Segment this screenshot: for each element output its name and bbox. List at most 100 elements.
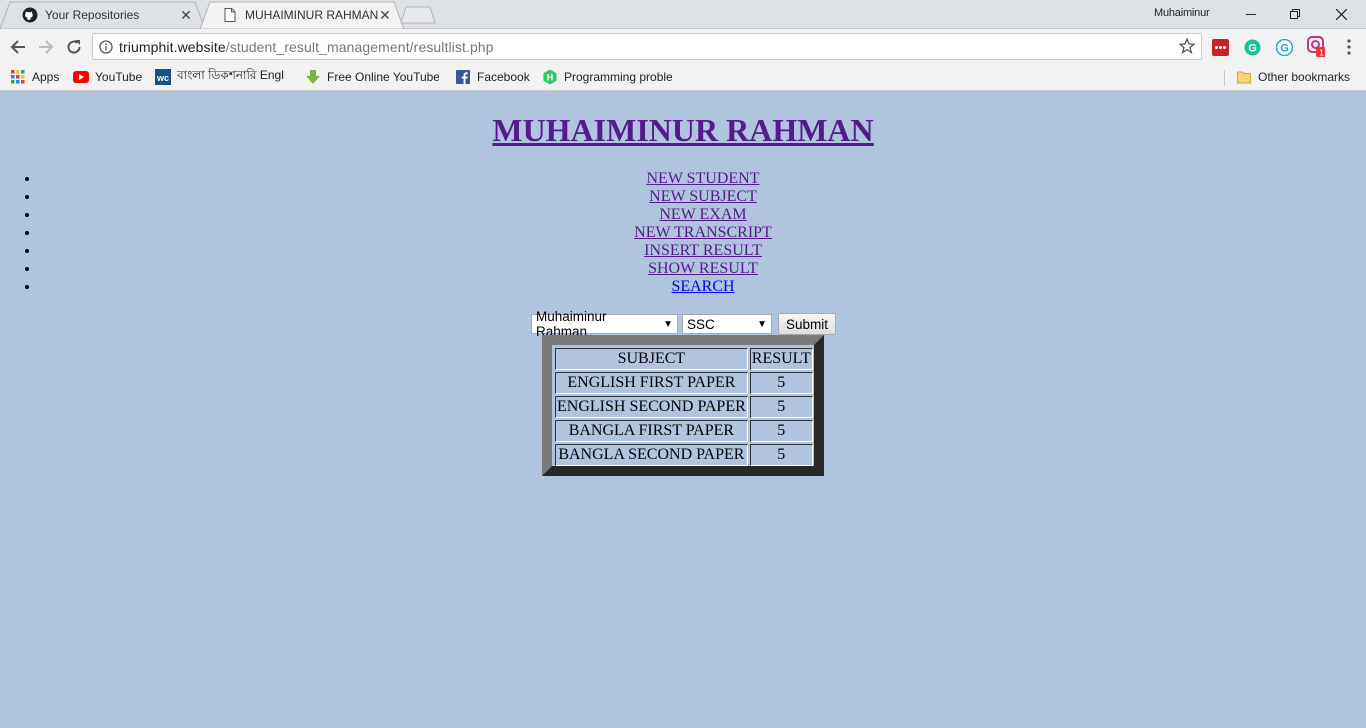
grammarly-extension-icon[interactable]: G <box>1243 38 1261 56</box>
dropdown-arrow-icon: ▼ <box>663 318 673 330</box>
bookmark-label: YouTube <box>95 70 143 84</box>
page-icon <box>222 7 238 23</box>
bookmark-star-icon[interactable] <box>1178 37 1196 59</box>
folder-icon <box>1236 69 1252 85</box>
results-table: SUBJECT RESULT ENGLISH FIRST PAPER 5 ENG… <box>553 346 815 468</box>
info-icon[interactable] <box>93 39 119 54</box>
forward-arrow-icon <box>39 40 54 54</box>
menu-item-new-subject: NEW SUBJECT <box>40 188 1366 206</box>
table-header-row: SUBJECT RESULT <box>555 348 813 370</box>
table-row: BANGLA SECOND PAPER 5 <box>555 444 813 466</box>
tab-title: Your Repositories <box>45 8 140 22</box>
tab-your-repositories[interactable]: Your Repositories ✕ <box>0 1 205 29</box>
svg-text:G: G <box>1248 42 1257 54</box>
bookmark-other-bookmarks[interactable]: Other bookmarks <box>1236 68 1350 86</box>
bookmark-programming-problems[interactable]: H Programming proble <box>542 68 678 86</box>
result-cell: 5 <box>749 372 813 394</box>
hackerrank-icon: H <box>542 69 558 85</box>
dictionary-icon: wc <box>155 69 171 85</box>
url-host: triumphit.website <box>119 38 226 55</box>
submit-button[interactable]: Submit <box>778 313 837 335</box>
result-cell: 5 <box>749 420 813 442</box>
bookmark-separator <box>1224 70 1225 86</box>
exam-select-value: SSC <box>687 316 715 332</box>
close-icon[interactable]: ✕ <box>179 8 193 22</box>
reload-button[interactable] <box>64 37 84 57</box>
insert-result-link[interactable]: INSERT RESULT <box>644 242 762 259</box>
tab-strip: Your Repositories ✕ MUHAIMINUR RAHMAN ✕ … <box>0 0 1366 29</box>
page-title-link[interactable]: MUHAIMINUR RAHMAN <box>492 112 873 148</box>
bookmark-label: বাংলা ডিকশনারি Engl <box>177 68 284 82</box>
address-bar[interactable]: triumphit.website/student_result_managem… <box>92 33 1202 60</box>
tab-muhaiminur-rahman[interactable]: MUHAIMINUR RAHMAN ✕ <box>200 1 404 29</box>
subject-cell: ENGLISH FIRST PAPER <box>555 372 748 394</box>
forward-button[interactable] <box>36 37 56 57</box>
window-close-button[interactable] <box>1318 0 1364 28</box>
close-icon[interactable]: ✕ <box>378 8 392 22</box>
result-column-header: RESULT <box>749 348 813 370</box>
bookmark-facebook[interactable]: Facebook <box>455 68 530 86</box>
new-exam-link[interactable]: NEW EXAM <box>659 206 746 223</box>
new-tab-button[interactable] <box>400 6 436 24</box>
subject-cell: BANGLA SECOND PAPER <box>555 444 748 466</box>
new-transcript-link[interactable]: NEW TRANSCRIPT <box>634 224 772 241</box>
bookmark-label: Free Online YouTube <box>327 70 439 84</box>
restore-icon <box>1290 9 1300 19</box>
bookmark-apps[interactable]: Apps <box>10 68 59 86</box>
menu-item-new-exam: NEW EXAM <box>40 206 1366 224</box>
menu-item-search: SEARCH <box>40 278 1366 296</box>
url-text[interactable]: triumphit.website/student_result_managem… <box>119 39 494 55</box>
bookmark-free-online-youtube[interactable]: Free Online YouTube <box>305 68 439 86</box>
new-subject-link[interactable]: NEW SUBJECT <box>649 188 757 205</box>
minimize-icon <box>1246 14 1256 15</box>
download-arrow-icon <box>305 69 321 85</box>
table-row: ENGLISH FIRST PAPER 5 <box>555 372 813 394</box>
facebook-icon <box>455 69 471 85</box>
student-select[interactable]: Muhaiminur Rahman ▼ <box>531 309 678 339</box>
search-link[interactable]: SEARCH <box>671 278 734 295</box>
extension-badge-count: 1 <box>1319 49 1324 58</box>
apps-grid-icon <box>10 69 26 85</box>
bookmark-label: Facebook <box>477 70 530 84</box>
lastpass-extension-icon[interactable] <box>1211 38 1229 56</box>
svg-text:G: G <box>1280 42 1289 54</box>
table-row: BANGLA FIRST PAPER 5 <box>555 420 813 442</box>
subject-column-header: SUBJECT <box>555 348 748 370</box>
close-icon <box>1335 8 1347 20</box>
github-icon <box>22 7 38 23</box>
bookmark-label: Other bookmarks <box>1258 70 1351 84</box>
nav-menu: NEW STUDENT NEW SUBJECT NEW EXAM NEW TRA… <box>40 170 1366 296</box>
back-button[interactable] <box>8 37 28 57</box>
chrome-menu-icon[interactable] <box>1340 38 1358 56</box>
restore-button[interactable] <box>1272 0 1318 28</box>
grammarly-alt-extension-icon[interactable]: G <box>1275 38 1293 56</box>
new-student-link[interactable]: NEW STUDENT <box>646 170 759 187</box>
bookmark-youtube[interactable]: YouTube <box>73 68 142 86</box>
bookmark-label: Programming proble <box>564 70 673 84</box>
profile-name[interactable]: Muhaiminur <box>1154 7 1210 19</box>
exam-select[interactable]: SSC ▼ <box>682 314 772 334</box>
browser-toolbar: triumphit.website/student_result_managem… <box>0 29 1366 64</box>
bookmarks-bar: Apps YouTube wc বাংলা ডিকশনারি Engl Free… <box>0 64 1366 91</box>
tab-title: MUHAIMINUR RAHMAN <box>245 8 378 22</box>
back-arrow-icon <box>10 40 25 54</box>
minimize-button[interactable] <box>1228 0 1274 28</box>
url-path: /student_result_management/resultlist.ph… <box>225 38 494 55</box>
page-title: MUHAIMINUR RAHMAN <box>0 112 1366 149</box>
bookmark-label: Apps <box>32 70 60 84</box>
bookmark-dictionary[interactable]: wc বাংলা ডিকশনারি Engl <box>155 68 289 86</box>
youtube-icon <box>73 69 89 85</box>
table-row: ENGLISH SECOND PAPER 5 <box>555 396 813 418</box>
menu-item-new-student: NEW STUDENT <box>40 170 1366 188</box>
subject-cell: BANGLA FIRST PAPER <box>555 420 748 442</box>
instagram-extension-icon[interactable]: 1 <box>1307 36 1325 58</box>
show-result-link[interactable]: SHOW RESULT <box>648 260 758 277</box>
reload-icon <box>67 40 81 54</box>
menu-item-new-transcript: NEW TRANSCRIPT <box>40 224 1366 242</box>
result-filter-form: Muhaiminur Rahman ▼ SSC ▼ Submit <box>531 309 837 339</box>
subject-cell: ENGLISH SECOND PAPER <box>555 396 748 418</box>
page-body: MUHAIMINUR RAHMAN NEW STUDENT NEW SUBJEC… <box>0 92 1366 728</box>
svg-text:wc: wc <box>156 73 169 83</box>
result-cell: 5 <box>749 396 813 418</box>
menu-item-insert-result: INSERT RESULT <box>40 242 1366 260</box>
